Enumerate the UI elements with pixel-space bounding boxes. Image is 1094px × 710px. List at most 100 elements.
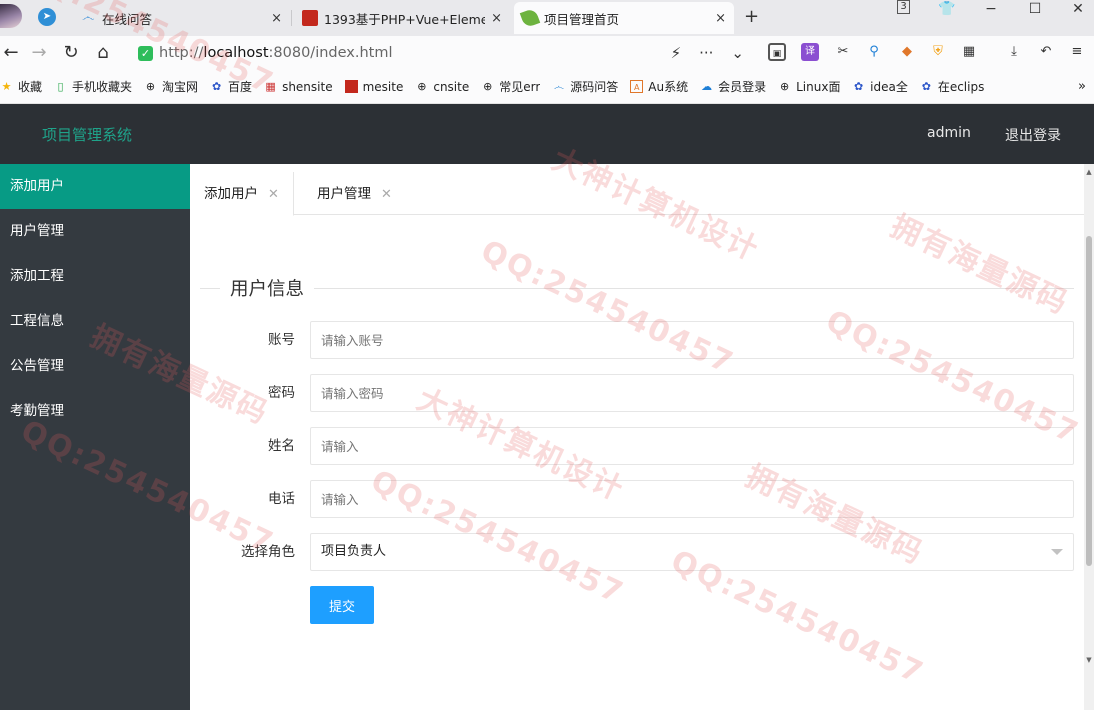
role-label: 选择角色 <box>241 544 295 560</box>
bookmark-item[interactable]: ⊕ 淘宝网 <box>138 78 204 95</box>
tab-count-badge[interactable]: 3 <box>897 0 910 14</box>
red-square-icon <box>344 80 358 93</box>
bookmarks-more-button[interactable]: » <box>1078 79 1086 94</box>
form-row-password: 密码 <box>190 374 1084 412</box>
globe-icon: ⊕ <box>483 80 493 93</box>
close-icon[interactable]: × <box>715 11 726 26</box>
bookmark-item[interactable]: ▦ shensite <box>258 80 339 94</box>
sidebar-item-announcements[interactable]: 公告管理 <box>0 344 190 389</box>
sidebar-item-attendance[interactable]: 考勤管理 <box>0 389 190 434</box>
minimize-button[interactable]: − <box>981 1 1001 17</box>
url-input[interactable]: ✓ http://localhost:8080/index.html ⚡ ···… <box>126 39 756 67</box>
tab-user-management[interactable]: 用户管理 ✕ <box>303 172 406 216</box>
magnifier-icon[interactable]: ⚲ <box>865 43 883 61</box>
bookmark-item[interactable]: ☁ 会员登录 <box>694 78 772 95</box>
bookmark-item[interactable]: ⊕ Linux面 <box>772 78 846 95</box>
fox-icon[interactable]: ◆ <box>898 43 916 61</box>
browser-tab-active[interactable]: 项目管理首页 × <box>514 2 734 34</box>
browser-tab-title: 项目管理首页 <box>544 11 620 27</box>
form-row-phone: 电话 <box>190 480 1084 518</box>
app-title: 项目管理系统 <box>42 126 133 144</box>
phone-input[interactable] <box>310 480 1074 518</box>
shield-icon: ✓ <box>138 45 153 61</box>
account-input[interactable] <box>310 321 1074 359</box>
window-close-button[interactable]: ✕ <box>1068 1 1088 17</box>
tab-add-user[interactable]: 添加用户 ✕ <box>190 172 294 216</box>
bookmark-item[interactable]: ⊕ cnsite <box>409 80 475 94</box>
url-text: http://localhost:8080/index.html <box>159 45 393 61</box>
translate-icon[interactable]: 译 <box>801 43 819 61</box>
user-menu[interactable]: admin <box>927 125 971 141</box>
bookmark-item[interactable]: ✿ 百度 <box>204 78 258 95</box>
scroll-up-icon[interactable]: ▲ <box>1084 168 1094 176</box>
download-icon[interactable]: ⤓ <box>1005 43 1023 61</box>
scissors-icon[interactable]: ✂ <box>834 43 852 61</box>
browser-tab-title: 1393基于PHP+Vue+Element <box>324 11 486 27</box>
app-header: 项目管理系统 admin 退出登录 <box>0 104 1094 164</box>
sidebar-item-add-project[interactable]: 添加工程 <box>0 254 190 299</box>
browser-tab-qa[interactable]: ෴ 在线问答 × <box>72 2 290 34</box>
tab-label: 添加用户 <box>204 186 258 202</box>
sidebar-item-user-management[interactable]: 用户管理 <box>0 209 190 254</box>
apps-grid-icon[interactable]: ▦ <box>960 43 978 61</box>
star-icon: ★ <box>1 80 12 93</box>
forward-button[interactable]: → <box>28 41 50 65</box>
scroll-down-icon[interactable]: ▼ <box>1084 656 1094 664</box>
close-icon[interactable]: ✕ <box>268 187 279 202</box>
form-row-account: 账号 <box>190 321 1084 359</box>
tab-label: 用户管理 <box>317 186 371 202</box>
submit-button[interactable]: 提交 <box>310 586 374 624</box>
fieldset-line <box>200 288 1074 289</box>
browser-tab-title: 在线问答 <box>102 11 153 27</box>
home-button[interactable]: ⌂ <box>92 41 114 65</box>
telegram-icon[interactable]: ➤ <box>38 8 56 26</box>
form-row-role: 选择角色 项目负责人 <box>190 533 1084 571</box>
scrollbar[interactable]: ▲ ▼ <box>1084 164 1094 710</box>
role-select[interactable]: 项目负责人 <box>310 533 1074 571</box>
paw-icon: ✿ <box>211 80 222 93</box>
password-label: 密码 <box>268 385 295 401</box>
name-input[interactable] <box>310 427 1074 465</box>
password-input[interactable] <box>310 374 1074 412</box>
browser-tab-php[interactable]: 1393基于PHP+Vue+Element × <box>294 2 510 34</box>
swirl-icon: ෴ <box>81 10 95 25</box>
phone-icon: ▯ <box>57 80 64 93</box>
close-icon[interactable]: ✕ <box>381 187 392 202</box>
back-button[interactable]: ← <box>0 41 22 65</box>
close-icon[interactable]: × <box>491 11 502 26</box>
main-content: 添加用户✕ 用户管理✕ 用户信息 账号 密码 姓名 电话 选择角色 项目负责人 … <box>190 164 1094 710</box>
form-legend: 用户信息 <box>220 275 315 301</box>
more-icon[interactable]: ··· <box>699 44 713 62</box>
tab-divider <box>291 10 292 26</box>
reader-icon[interactable]: ▣ <box>768 43 786 61</box>
bookmark-item[interactable]: mesite <box>339 80 410 94</box>
flash-icon[interactable]: ⚡ <box>671 44 682 62</box>
bookmark-item[interactable]: A Au系统 <box>624 78 694 95</box>
shield-ext-icon[interactable]: ⛨ <box>929 43 947 61</box>
bookmark-item[interactable]: ▯ 手机收藏夹 <box>48 78 138 95</box>
logout-link[interactable]: 退出登录 <box>1005 125 1061 145</box>
sidebar: 添加用户 用户管理 添加工程 工程信息 公告管理 考勤管理 <box>0 164 190 710</box>
close-icon[interactable]: × <box>271 11 282 26</box>
globe-icon: ⊕ <box>417 80 427 93</box>
reload-button[interactable]: ↻ <box>60 41 82 65</box>
bookmark-item[interactable]: ✿ 在eclips <box>914 78 990 95</box>
browser-tab-strip: ➤ ෴ 在线问答 × 1393基于PHP+Vue+Element × 项目管理首… <box>0 0 1094 36</box>
shirt-icon[interactable]: 👕 <box>937 1 957 17</box>
form-row-name: 姓名 <box>190 427 1084 465</box>
cloud-icon: ☁ <box>701 80 713 93</box>
bookmark-item[interactable]: ෴ 源码问答 <box>546 78 624 95</box>
profile-avatar[interactable] <box>0 4 22 28</box>
chevron-down-icon[interactable]: ⌄ <box>731 44 744 62</box>
sidebar-item-add-user[interactable]: 添加用户 <box>0 164 190 209</box>
scrollbar-thumb[interactable] <box>1086 236 1092 566</box>
sidebar-item-project-info[interactable]: 工程信息 <box>0 299 190 344</box>
maximize-button[interactable]: ☐ <box>1025 1 1045 17</box>
menu-icon[interactable]: ≡ <box>1068 43 1086 61</box>
undo-icon[interactable]: ↶ <box>1037 43 1055 61</box>
phone-label: 电话 <box>268 491 295 507</box>
bookmark-item[interactable]: ★ 收藏 <box>0 78 48 95</box>
bookmark-item[interactable]: ✿ idea全 <box>846 78 914 95</box>
bookmark-item[interactable]: ⊕ 常见err <box>475 78 546 95</box>
new-tab-button[interactable]: + <box>744 6 759 27</box>
